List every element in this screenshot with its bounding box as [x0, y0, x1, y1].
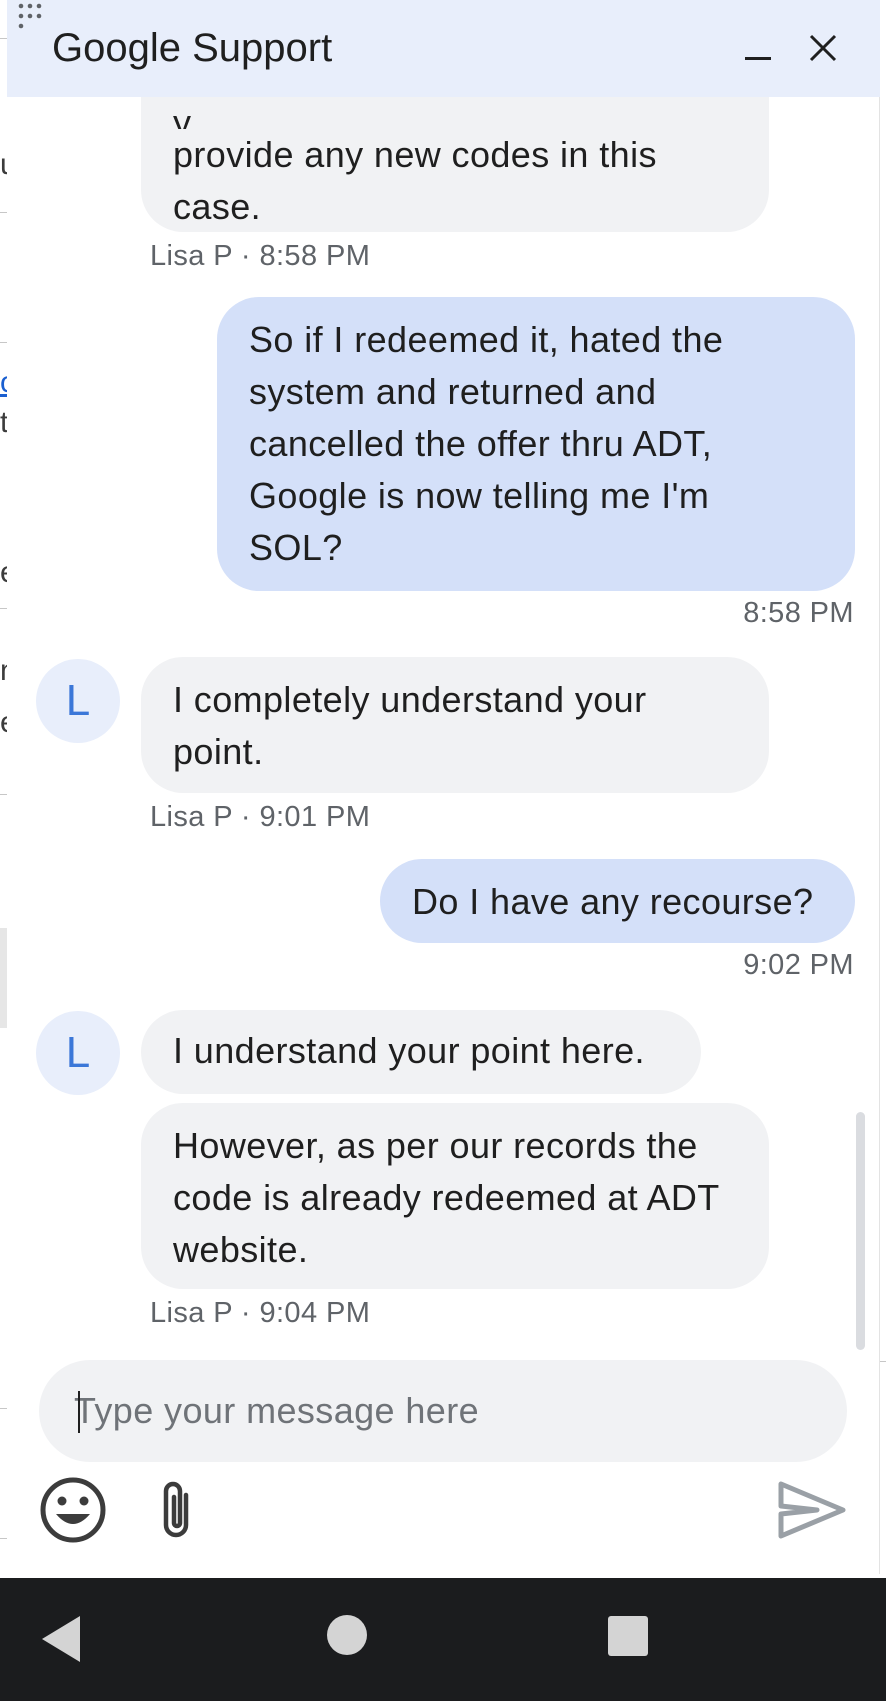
message-line: website. [173, 1229, 309, 1270]
home-icon [326, 1615, 368, 1660]
emoji-icon [39, 1476, 107, 1549]
avatar: L [36, 659, 120, 743]
message-meta: Lisa P · 9:01 PM [150, 801, 371, 833]
close-icon [808, 33, 838, 68]
message-line: point. [173, 731, 264, 772]
message-line: I completely understand your [173, 679, 647, 720]
message-line: I understand your point here. [173, 1030, 645, 1071]
close-button[interactable] [795, 22, 851, 78]
drag-handle-icon[interactable] [17, 2, 53, 30]
agent-message: y provide any new codes in this case. [141, 97, 769, 232]
message-line: provide any new codes in this [173, 134, 657, 175]
minimize-icon [743, 33, 773, 68]
message-line: case. [173, 186, 262, 227]
recents-button[interactable] [607, 1615, 649, 1657]
chat-header: Google Support [7, 0, 880, 97]
emoji-button[interactable] [37, 1476, 109, 1548]
message-line: system and returned and [249, 371, 657, 412]
home-button[interactable] [326, 1614, 368, 1656]
message-line: cancelled the offer thru ADT, [249, 423, 713, 464]
message-line: Do I have any recourse? [412, 881, 814, 922]
agent-message: I completely understand your point. [141, 657, 769, 793]
scrollbar[interactable] [856, 1112, 865, 1350]
message-meta: 8:58 PM [743, 597, 854, 629]
message-line: SOL? [249, 527, 343, 568]
background-divider [880, 1361, 886, 1362]
send-button[interactable] [775, 1478, 849, 1546]
avatar: L [36, 1011, 120, 1095]
message-line: Google is now telling me I'm [249, 475, 710, 516]
message-line: code is already redeemed at ADT [173, 1177, 720, 1218]
agent-message: I understand your point here. [141, 1010, 701, 1094]
back-icon [38, 1616, 84, 1668]
attach-icon [156, 1479, 196, 1546]
chat-title: Google Support [52, 26, 333, 70]
attach-button[interactable] [145, 1476, 207, 1548]
chat-window: Google Support y provide any new codes i… [7, 0, 880, 1574]
text-caret [78, 1391, 80, 1433]
message-line: However, as per our records the [173, 1125, 698, 1166]
send-icon [777, 1480, 847, 1545]
message-composer[interactable] [39, 1360, 847, 1462]
message-meta: 9:02 PM [743, 949, 854, 981]
message-list[interactable]: y provide any new codes in this case. Li… [7, 97, 880, 1351]
hidden-line: y [173, 102, 192, 129]
user-message: Do I have any recourse? [380, 859, 855, 943]
message-line: So if I redeemed it, hated the [249, 319, 724, 360]
message-meta: Lisa P · 8:58 PM [150, 240, 371, 272]
message-meta: Lisa P · 9:04 PM [150, 1297, 371, 1329]
recents-icon [607, 1616, 649, 1661]
system-nav-bar [0, 1578, 886, 1701]
minimize-button[interactable] [730, 22, 786, 78]
user-message: So if I redeemed it, hated the system an… [217, 297, 855, 591]
agent-message: However, as per our records the code is … [141, 1103, 769, 1289]
back-button[interactable] [38, 1614, 84, 1664]
message-input[interactable] [72, 1360, 832, 1462]
